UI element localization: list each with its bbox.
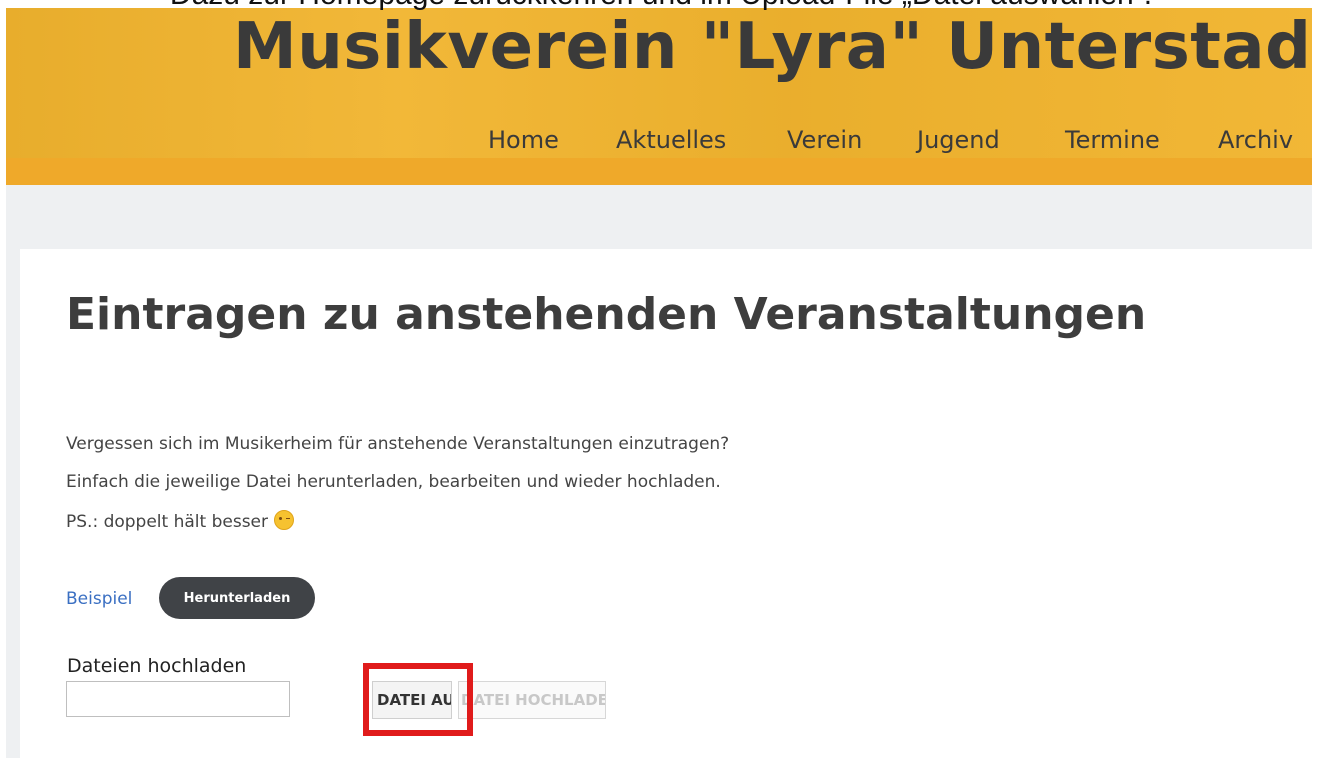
nav-item-home[interactable]: Home	[488, 126, 559, 154]
nav-item-jugend[interactable]: Jugend	[917, 126, 1000, 154]
choose-file-button[interactable]: DATEI AUSWÄHLEN	[372, 681, 452, 719]
upload-label: Dateien hochladen	[67, 655, 247, 677]
instruction-caption: Dazu zur Homepage zurückkehren und im Up…	[0, 0, 1322, 12]
intro-line-2: Einfach die jeweilige Datei herunterlade…	[66, 472, 721, 492]
nav-item-termine[interactable]: Termine	[1065, 126, 1160, 154]
upload-file-button[interactable]: DATEI HOCHLADEN	[458, 681, 606, 719]
intro-line-3: PS.: doppelt hält besser	[66, 510, 294, 532]
nav-item-aktuelles[interactable]: Aktuelles	[616, 126, 726, 154]
winking-face-icon	[274, 510, 294, 530]
main-nav: Home Aktuelles Verein Jugend Termine Arc…	[6, 126, 1312, 166]
intro-line-1: Vergessen sich im Musikerheim für ansteh…	[66, 434, 730, 454]
browser-screenshot: Musikverein "Lyra" Unterstadi Home Aktue…	[6, 8, 1312, 758]
nav-item-verein[interactable]: Verein	[787, 126, 862, 154]
upload-file-field[interactable]	[66, 681, 290, 717]
example-link[interactable]: Beispiel	[66, 589, 132, 609]
site-header: Musikverein "Lyra" Unterstadi Home Aktue…	[6, 8, 1312, 185]
content-card: Eintragen zu anstehenden Veranstaltungen…	[20, 249, 1312, 758]
download-button[interactable]: Herunterladen	[159, 577, 315, 619]
page-title: Eintragen zu anstehenden Veranstaltungen	[66, 289, 1147, 340]
ps-text: PS.: doppelt hält besser	[66, 512, 268, 532]
site-title: Musikverein "Lyra" Unterstadi	[233, 10, 1312, 84]
nav-item-archiv[interactable]: Archiv	[1218, 126, 1293, 154]
